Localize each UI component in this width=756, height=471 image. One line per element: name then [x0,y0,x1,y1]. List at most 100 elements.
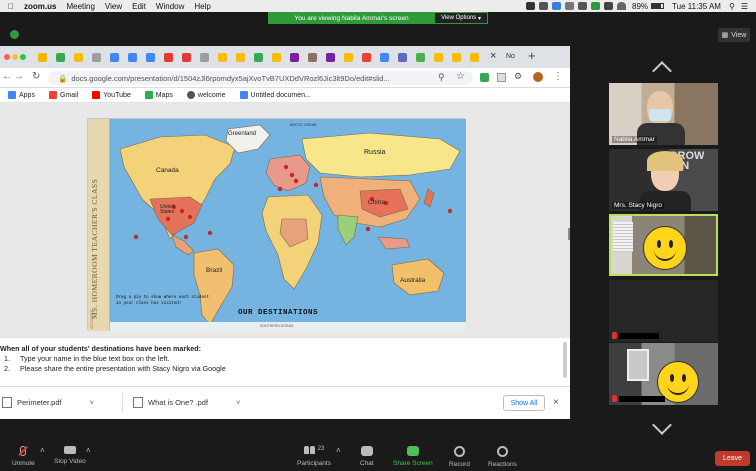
notes-scrollbar[interactable] [563,342,567,378]
tab-favicon[interactable] [434,53,443,62]
tab-close-icon[interactable]: × [490,50,496,62]
new-tab-button[interactable]: + [528,48,536,63]
record-button[interactable]: Record [449,446,470,468]
wifi-icon[interactable] [617,2,627,10]
tab-favicon[interactable] [452,53,461,62]
tab-favicon[interactable] [182,53,191,62]
chevron-down-icon[interactable]: ˅ [236,398,240,407]
battery-icon[interactable] [651,3,665,9]
tab-favicon[interactable] [362,53,371,62]
chevron-down-icon[interactable]: ˅ [90,398,94,407]
tab-favicon[interactable] [74,53,83,62]
download-item[interactable]: What is One? .pdf ˅ [133,397,240,408]
extension-icon[interactable] [480,73,489,82]
participants-chevron-up-icon[interactable]: ˄ [336,446,341,455]
security-shield-icon[interactable] [10,30,19,39]
participant-name: Mrs. Stacy Nigro [612,202,665,209]
participant-tile[interactable] [609,343,718,405]
participant-tile[interactable]: Nabila Ammar [609,83,718,145]
audio-options-chevron-up-icon[interactable]: ˄ [40,446,45,455]
video-options-chevron-up-icon[interactable]: ˄ [86,446,91,455]
bookmark-apps[interactable]: Apps [8,91,35,99]
tab-favicon[interactable] [92,53,101,62]
status-icon[interactable] [604,2,614,10]
tab-favicon[interactable] [200,53,209,62]
url-bar[interactable]: 🔒 docs.google.com/presentation/d/1504zJl… [48,71,473,85]
participant-tile-active-speaker[interactable] [609,214,718,276]
tab-favicon[interactable] [290,53,299,62]
scroll-up-icon[interactable] [652,61,672,81]
participant-tile[interactable] [609,280,718,342]
slide[interactable]: MS. HOMEROOM TEACHER'S CLASS ACTIVITIES [87,118,466,331]
menu-window[interactable]: Window [156,2,184,11]
tab-favicon[interactable] [344,53,353,62]
scroll-down-icon[interactable] [652,415,672,435]
bookmark-gmail[interactable]: Gmail [48,91,78,99]
search-icon[interactable]: ⚲ [438,72,445,83]
tab-favicon[interactable] [398,53,407,62]
back-icon[interactable]: ← [2,71,12,82]
tab-favicon[interactable] [128,53,137,62]
clock[interactable]: Tue 11:35 AM [672,2,721,11]
active-tab-label[interactable]: No [506,53,515,60]
reactions-button[interactable]: Reactions [488,446,517,468]
tab-favicon[interactable] [164,53,173,62]
status-icon[interactable] [578,2,588,10]
tab-favicon[interactable] [254,53,263,62]
menu-view[interactable]: View [105,2,122,11]
bookmark-welcome[interactable]: welcome [186,91,226,99]
world-map[interactable]: ARCTIC OCEAN Greenland Canada United Sta… [110,119,466,331]
apple-icon[interactable]:  [8,2,14,11]
app-menu[interactable]: zoom.us [24,2,56,11]
view-options-button[interactable]: View Options ▾ [435,13,487,23]
unmute-button[interactable]: Unmute [12,445,35,467]
maximize-window-dot[interactable] [20,54,26,60]
share-screen-button[interactable]: Share Screen [393,446,433,467]
menu-help[interactable]: Help [194,2,210,11]
view-button[interactable]: ▦ View [718,28,750,42]
bookmark-youtube[interactable]: YouTube [92,91,131,99]
show-all-button[interactable]: Show All [503,395,545,411]
menu-meeting[interactable]: Meeting [66,2,94,11]
tab-favicon[interactable] [236,53,245,62]
tab-favicon[interactable] [218,53,227,62]
tab-favicon[interactable] [326,53,335,62]
spotlight-icon[interactable]: ⚲ [729,2,735,11]
map-label-china: China [368,199,385,206]
close-icon[interactable]: × [553,397,559,408]
tab-favicon[interactable] [470,53,479,62]
zoom-status-icon[interactable] [526,2,536,10]
tab-favicon[interactable] [416,53,425,62]
dropbox-icon[interactable] [552,2,562,10]
bookmark-maps[interactable]: Maps [144,91,173,99]
bookmark-star-icon[interactable]: ☆ [456,71,465,82]
close-window-dot[interactable] [4,54,10,60]
minimize-window-dot[interactable] [12,54,18,60]
tab-favicon[interactable] [38,53,47,62]
status-icon[interactable] [565,2,575,10]
reload-icon[interactable]: ↻ [32,71,40,82]
bookmark-untitled-doc[interactable]: Untitled documen... [239,91,311,99]
more-menu-icon[interactable]: ⋮ [553,71,563,82]
tab-favicon[interactable] [380,53,389,62]
puzzle-extensions-icon[interactable]: ⚙ [514,71,522,82]
menu-edit[interactable]: Edit [132,2,146,11]
extension-icon[interactable] [497,73,506,82]
participant-tile[interactable]: GROW MIN Mrs. Stacy Nigro [609,149,718,211]
speaker-notes[interactable]: When all of your students' destinations … [0,338,570,386]
tab-favicon[interactable] [110,53,119,62]
tab-favicon[interactable] [308,53,317,62]
chat-button[interactable]: Chat [360,446,374,467]
tab-favicon[interactable] [272,53,281,62]
forward-icon[interactable]: → [14,71,24,82]
tab-favicon[interactable] [146,53,155,62]
download-item[interactable]: Perimeter.pdf ˅ [2,397,94,408]
stop-video-button[interactable]: Stop Video [54,446,86,465]
control-center-icon[interactable]: ☰ [741,2,748,11]
participants-button[interactable]: 23 Participants [297,446,331,467]
leave-button[interactable]: Leave [715,451,750,466]
status-icon[interactable] [591,2,601,10]
profile-avatar[interactable] [533,72,543,82]
app-status-icon[interactable] [539,2,549,10]
tab-favicon[interactable] [56,53,65,62]
